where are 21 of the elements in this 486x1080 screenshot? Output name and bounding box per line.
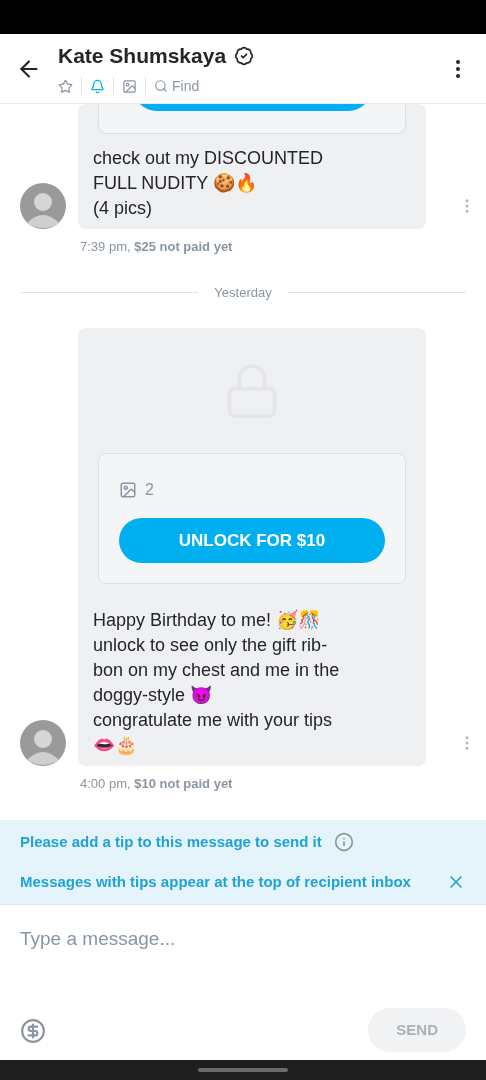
search-icon (154, 79, 168, 94)
notice-text: Please add a tip to this message to send it (20, 832, 322, 852)
notice-text: Messages with tips appear at the top of recipient inbox (20, 871, 411, 892)
message-input[interactable]: Type a message... (20, 925, 466, 954)
contact-name: Kate Shumskaya (58, 43, 227, 70)
avatar[interactable] (20, 183, 66, 229)
star-icon[interactable] (58, 78, 73, 94)
tip-icon[interactable] (20, 1018, 46, 1044)
message-meta: 4:00 pm, $10 not paid yet (80, 775, 234, 793)
find-field[interactable]: Find (154, 75, 200, 97)
image-icon[interactable] (122, 78, 137, 94)
media-count: 2 (145, 480, 154, 500)
message-text: check out my DISCOUNTED FULL NUDITY 🍪🔥 (4 pics) (92, 147, 325, 220)
unlock-button[interactable]: UNLOCK FOR $10 (119, 518, 385, 563)
message-text: Happy Birthday to me! 🥳🎊 unlock to see only the gift rib- bon on my chest and me in the doggy-style 😈 congratulate me with your tips 👄🎂 (92, 608, 341, 757)
image-icon (119, 481, 137, 499)
avatar[interactable] (20, 720, 66, 766)
date-divider: Yesterday (214, 283, 272, 302)
bell-icon[interactable] (90, 78, 105, 94)
message-meta: 7:39 pm, $25 not paid yet (80, 238, 234, 256)
info-icon[interactable] (333, 832, 354, 853)
